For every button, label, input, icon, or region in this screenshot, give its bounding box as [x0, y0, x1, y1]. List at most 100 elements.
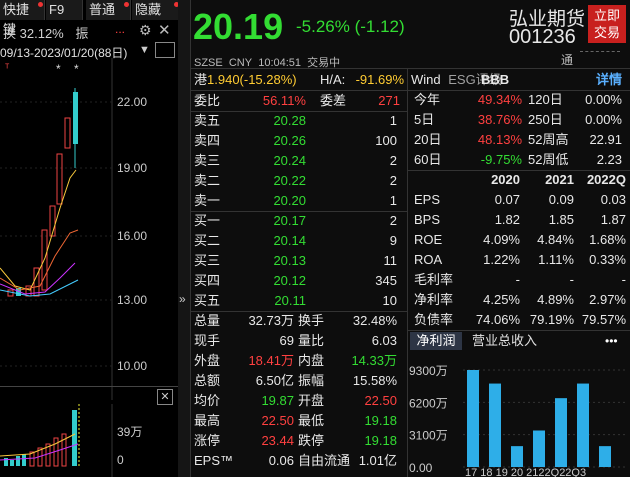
stat-label: 量比 [298, 333, 325, 348]
stat-label: EPS™ [194, 453, 234, 468]
svg-text:ᵀ: ᵀ [5, 63, 10, 74]
stat-row: 现手 69 量比 6.03 [194, 331, 401, 351]
stat-value: 15.58% [352, 373, 397, 388]
order-volume: 9 [389, 233, 397, 248]
order-label: 卖一 [194, 193, 221, 208]
order-volume: 1 [389, 113, 397, 128]
stat-label: 总量 [194, 313, 221, 328]
order-price: 20.11 [274, 293, 306, 308]
tab-revenue[interactable]: 营业总收入 [472, 332, 537, 350]
perf-label: 20日 [414, 132, 442, 147]
detail-link[interactable]: 详情 [596, 70, 622, 90]
order-volume: 100 [375, 133, 397, 148]
fin-header: 2020 2021 2022Q [414, 170, 626, 190]
stat-row: 均价 19.87 开盘 22.50 [194, 391, 401, 411]
perf-value: 22.91 [589, 132, 622, 147]
fin-value: 0.07 [494, 192, 520, 207]
order-row: 买二 20.14 9 [194, 231, 401, 251]
grid-toggle-icon[interactable] [155, 42, 175, 58]
stat-row: 最高 22.50 最低 19.18 [194, 411, 401, 431]
stat-value: 19.18 [364, 433, 397, 448]
perf-value: 0.00% [585, 92, 622, 107]
stat-row: 总额 6.50亿 振幅 15.58% [194, 371, 401, 391]
stat-value: 19.18 [364, 413, 397, 428]
fin-label: 毛利率 [414, 272, 454, 287]
gear-icon[interactable]: ⚙ [139, 22, 152, 39]
panel-splitter[interactable]: » [178, 0, 191, 477]
stat-value: 69 [279, 333, 294, 348]
tab-shortcut[interactable]: 快捷键 [0, 0, 45, 37]
stat-label: 开盘 [298, 393, 325, 408]
profit-bar [511, 446, 523, 467]
order-label: 买五 [194, 293, 221, 308]
order-price: 20.13 [273, 253, 306, 268]
stat-value: 14.33万 [351, 353, 397, 368]
profit-bar [599, 446, 611, 467]
profit-ytick: 3100万 [409, 429, 448, 443]
tong-label: 通 [561, 53, 574, 67]
fin-label: EPS [414, 192, 441, 207]
esg-row: Wind ESG评级 BBB 详情 [411, 70, 630, 90]
order-label: 卖二 [194, 173, 221, 188]
fin-label: 净利率 [414, 292, 454, 307]
fin-value: 1.85 [548, 212, 574, 227]
fin-value: 1.22% [483, 252, 520, 267]
fin-value: - [621, 272, 626, 287]
more-dots[interactable]: ... [115, 22, 125, 36]
order-row: 卖一 20.20 1 [194, 191, 401, 211]
close-icon[interactable]: ✕ [158, 21, 171, 39]
fin-year: 2020 [491, 172, 520, 187]
fin-value: - [569, 272, 574, 287]
volume-tick: 39万 [117, 425, 142, 439]
profit-chart: 9300万 6200万 3100万 0.00 17 18 19 20 2122Q22Q3 [409, 364, 627, 477]
perf-label: 52周低 [528, 152, 569, 167]
price-tick: 10.00 [117, 359, 147, 373]
stat-value: 0.06 [268, 453, 294, 468]
fin-value: 0.33% [589, 252, 626, 267]
fin-value: 4.25% [483, 292, 520, 307]
profit-bar [489, 383, 501, 467]
tab-hide[interactable]: 隐藏 [132, 0, 178, 20]
fin-value: 1.82 [494, 212, 520, 227]
fin-label: ROE [414, 232, 443, 247]
perf-value: -9.75% [480, 152, 522, 167]
order-price: 20.24 [273, 153, 306, 168]
perf-value: 48.13% [477, 132, 522, 147]
order-row: 卖二 20.22 2 [194, 171, 401, 191]
profit-ytick: 9300万 [409, 364, 448, 378]
price-tick: 19.00 [117, 161, 147, 175]
order-label: 卖五 [194, 113, 221, 128]
expand-icon[interactable]: » [179, 292, 186, 306]
trade-now-button[interactable]: 立即 交易 [588, 5, 626, 43]
order-row: 卖五 20.28 1 [194, 111, 401, 131]
order-volume: 10 [382, 293, 397, 308]
profit-ytick: 0.00 [409, 461, 433, 475]
fin-value: 1.11% [538, 252, 574, 267]
stat-value: 19.87 [261, 393, 294, 408]
tab-normal[interactable]: 普通 [86, 0, 131, 20]
close-volume-icon[interactable]: ✕ [157, 389, 173, 405]
dropdown-icon[interactable]: ▼ [139, 44, 150, 56]
kline-chart: ᵀ * * 22.00 19.00 16.00 13.00 10.00 [0, 58, 147, 400]
stat-label: 内盘 [298, 353, 325, 368]
order-volume: 1 [389, 193, 397, 208]
fin-row: 净利率 4.25% 4.89% 2.97% [414, 290, 626, 310]
profit-bar [467, 370, 479, 467]
tab-f9[interactable]: F9 [46, 0, 83, 20]
fin-value: 79.19% [529, 312, 574, 327]
stat-label: 涨停 [194, 433, 221, 448]
order-label: 买一 [194, 213, 221, 228]
perf-row: 今年 49.34% 120日 0.00% [414, 90, 626, 110]
stock-code: 001236 [509, 26, 576, 48]
fin-value: 74.06% [475, 312, 520, 327]
stat-label: 总额 [194, 373, 221, 388]
marker-star: * [56, 62, 61, 76]
fin-value: 4.09% [483, 232, 520, 247]
perf-row: 5日 38.76% 250日 0.00% [414, 110, 626, 130]
perf-row: 20日 48.13% 52周高 22.91 [414, 130, 626, 150]
tab-net-profit[interactable]: 净利润 [410, 332, 462, 350]
price-tick: 22.00 [117, 95, 147, 109]
profit-ytick: 6200万 [409, 396, 448, 410]
order-price: 20.28 [273, 113, 306, 128]
more-icon[interactable]: ••• [605, 332, 618, 350]
